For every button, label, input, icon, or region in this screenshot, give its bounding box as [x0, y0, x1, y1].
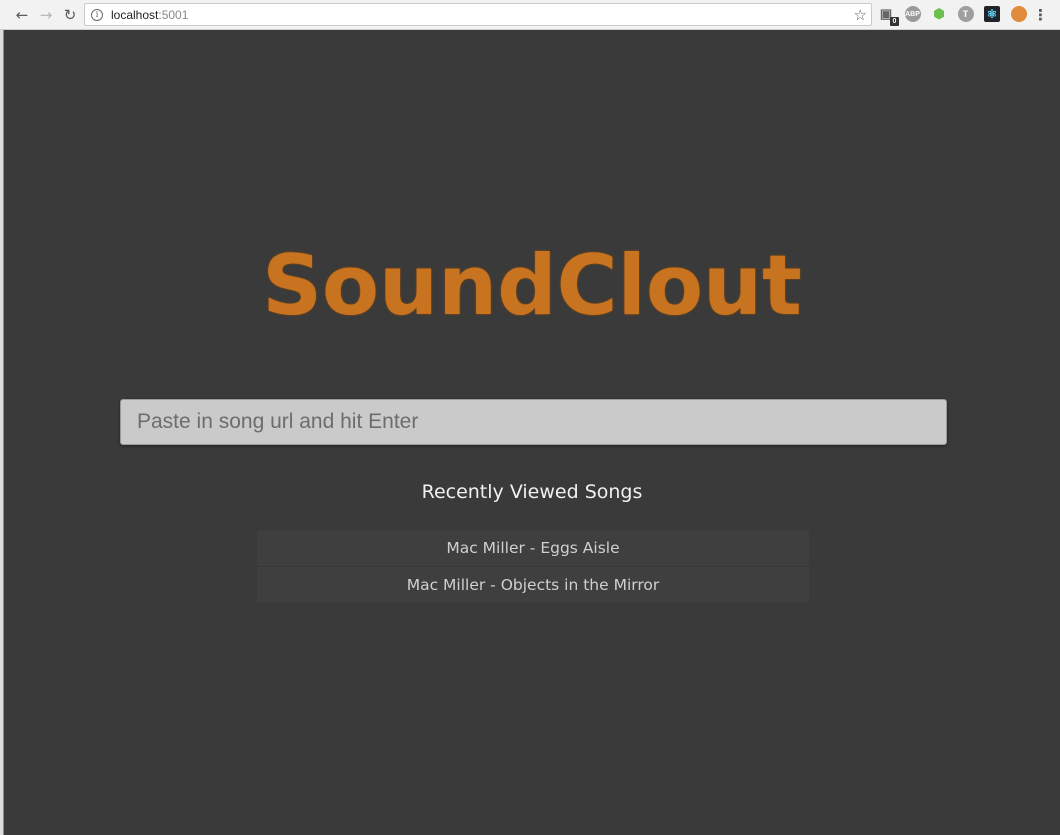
address-bar[interactable]: i localhost:5001 ☆: [84, 3, 872, 26]
url-host: localhost: [111, 7, 159, 22]
back-arrow-icon[interactable]: ←: [11, 4, 33, 26]
cookie-icon[interactable]: [1010, 6, 1027, 22]
reload-icon[interactable]: ↻: [59, 4, 81, 26]
recent-songs-list: Mac Miller - Eggs Aisle Mac Miller - Obj…: [257, 529, 809, 603]
song-url-input[interactable]: [120, 399, 947, 445]
recent-song-item[interactable]: Mac Miller - Eggs Aisle: [257, 529, 809, 566]
t-extension-icon[interactable]: T: [957, 6, 974, 22]
bookmark-star-icon[interactable]: ☆: [854, 6, 867, 24]
recent-song-item[interactable]: Mac Miller - Objects in the Mirror: [257, 566, 809, 603]
url-text[interactable]: localhost:5001: [111, 8, 188, 22]
info-icon[interactable]: i: [91, 8, 103, 21]
recent-songs-heading: Recently Viewed Songs: [421, 481, 643, 503]
extension-icons: ▣ 0 ABP ⬢ T ⚛: [878, 6, 1037, 26]
app-logo: SoundClout: [262, 237, 802, 334]
page-content: SoundClout Recently Viewed Songs Mac Mil…: [4, 31, 1060, 835]
ghostery-count: 0: [890, 17, 899, 26]
react-devtools-icon[interactable]: ⚛: [984, 6, 1000, 22]
url-port: :5001: [158, 7, 189, 22]
ghostery-icon[interactable]: ▣ 0: [878, 6, 899, 26]
browser-toolbar: ← → ↻ i localhost:5001 ☆ ▣ 0 ABP ⬢ T ⚛ ⋮: [0, 0, 1060, 30]
browser-menu-icon[interactable]: ⋮: [1033, 6, 1048, 24]
nodejs-icon[interactable]: ⬢: [931, 6, 947, 22]
forward-arrow-icon[interactable]: →: [35, 4, 57, 26]
adblock-plus-icon[interactable]: ABP: [904, 6, 921, 22]
